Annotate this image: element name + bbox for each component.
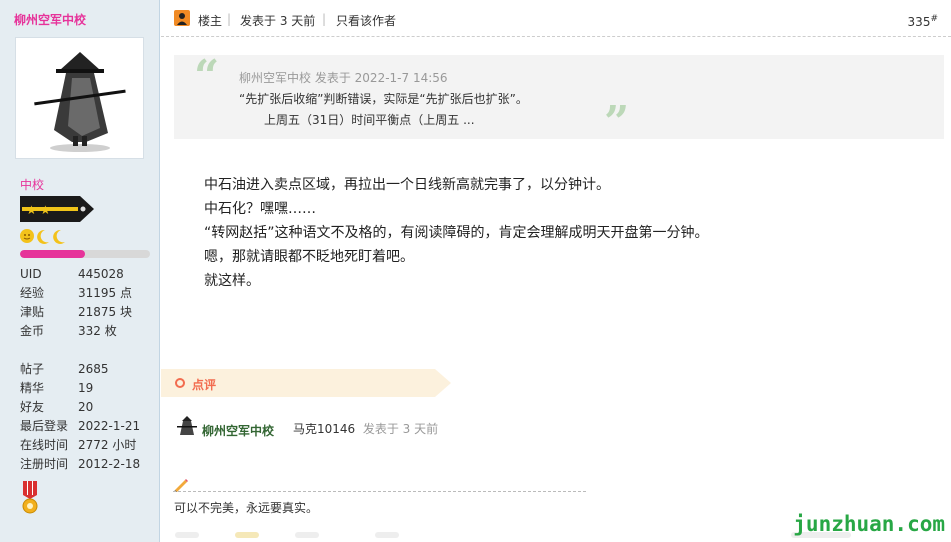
content-line: 嗯，那就请眼都不眨地死盯着吧。 [204, 249, 414, 265]
medal-icon[interactable] [20, 481, 40, 518]
stat-digest: 精华 19 [20, 381, 94, 395]
rating-label: 点评 [192, 378, 217, 392]
quote-meta: 柳州空军中校 发表于 2022-1-7 14:56 [239, 69, 448, 86]
author-sidebar: 柳州空军中校 中校 ★ ★ UID 445028 经验 31195 点 津贴 2… [0, 0, 160, 542]
post-header: 楼主 | 发表于 3 天前 | 只看该作者 335# [161, 0, 951, 37]
stat-coins: 金币 332 枚 [20, 324, 117, 338]
stat-register-time: 注册时间 2012-2-18 [20, 457, 141, 471]
pencil-icon [173, 478, 189, 495]
content-line: 就这样。 [204, 273, 260, 289]
thread-starter-icon [174, 10, 190, 26]
only-author-link[interactable]: 只看该作者 [336, 12, 396, 29]
commenter-avatar[interactable] [177, 415, 197, 442]
action-button[interactable] [295, 532, 319, 538]
stat-posts: 帖子 2685 [20, 362, 109, 376]
rating-username[interactable]: 柳州空军中校 [202, 422, 274, 439]
rank-badge-icon: ★ ★ [20, 196, 94, 225]
action-button[interactable] [235, 532, 259, 538]
author-rank: 中校 [20, 178, 45, 192]
header-divider: | [227, 12, 232, 26]
signature-text: 可以不完美，永远要真实。 [174, 501, 319, 515]
stat-uid: UID 445028 [20, 267, 124, 281]
content-line: 中石油进入卖点区域，再拉出一个日线新高就完事了，以分钟计。 [204, 177, 610, 193]
content-line: 中石化？嘿嘿…… [204, 201, 316, 217]
quote-text-line: “先扩张后收缩”判断错误，实际是“先扩张后也扩张”。 [239, 92, 528, 106]
quote-text-line[interactable]: 上周五（31日）时间平衡点（上周五 ... [264, 111, 475, 128]
swordsman-avatar-icon [16, 38, 143, 158]
post-main: 楼主 | 发表于 3 天前 | 只看该作者 335# “ 柳州空军中校 发表于 … [161, 0, 951, 542]
rating-comment: 马克10146 发表于 3 天前 [293, 420, 438, 437]
post-time: 发表于 3 天前 [240, 14, 316, 28]
stat-friends: 好友 20 [20, 400, 94, 414]
author-avatar[interactable] [15, 37, 144, 159]
quote-close-icon: ” [604, 97, 630, 148]
stat-allowance: 津贴 21875 块 [20, 305, 132, 319]
header-divider: | [322, 12, 327, 26]
level-progress-fill [20, 250, 85, 258]
action-button[interactable] [375, 532, 399, 538]
level-progress-bar [20, 250, 150, 258]
svg-text:★: ★ [40, 203, 51, 217]
quote-open-icon: “ [194, 51, 220, 102]
commenter-name[interactable]: 马克10146 [293, 422, 355, 436]
post-content: 中石油进入卖点区域，再拉出一个日线新高就完事了，以分钟计。 中石化？嘿嘿…… “… [204, 173, 709, 293]
signature-divider [173, 491, 586, 492]
svg-text:★: ★ [26, 203, 37, 217]
quote-author[interactable]: 柳州空军中校 [239, 71, 311, 85]
stat-online-time: 在线时间 2772 小时 [20, 438, 137, 452]
author-stats: UID 445028 经验 31195 点 津贴 21875 块 金币 332 枚 帖子… [20, 265, 155, 474]
content-line: “转网赵括”这种语文不及格的，有阅读障碍的，肯定会理解成明天开盘第一分钟。 [204, 225, 709, 241]
rating-time: 发表于 3 天前 [362, 422, 439, 436]
rating-circle-icon [175, 378, 185, 388]
stat-last-login: 最后登录 2022-1-21 [20, 419, 141, 433]
author-username[interactable]: 柳州空军中校 [14, 11, 86, 28]
site-watermark: junzhuan.com [793, 512, 945, 536]
floor-number[interactable]: 335# [908, 14, 938, 29]
action-button[interactable] [175, 532, 199, 538]
stat-experience: 经验 31195 点 [20, 286, 132, 300]
quote-block: “ 柳州空军中校 发表于 2022-1-7 14:56 “先扩张后收缩”判断错误… [174, 51, 944, 148]
quote-time: 发表于 2022-1-7 14:56 [314, 71, 448, 85]
level-stars-icon [19, 228, 71, 248]
thread-starter-label: 楼主 [198, 14, 223, 28]
